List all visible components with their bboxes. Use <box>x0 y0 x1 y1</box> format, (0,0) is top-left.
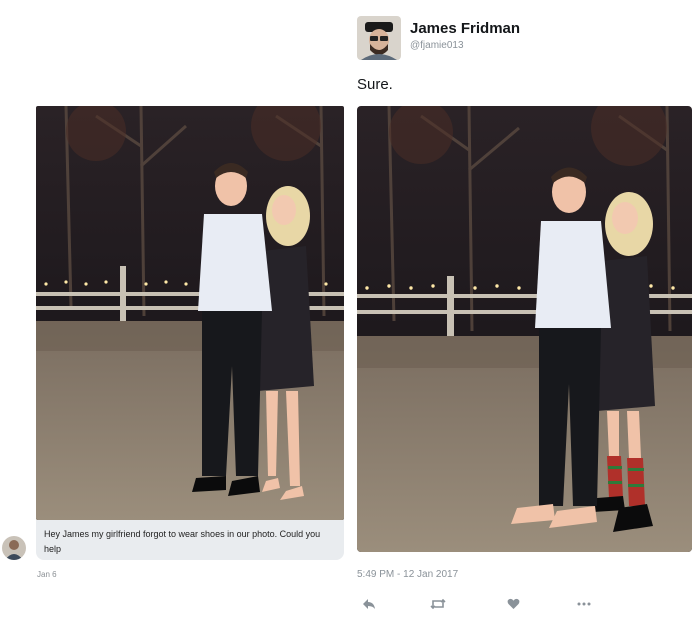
profile-avatar[interactable] <box>357 16 401 60</box>
like-heart-icon[interactable] <box>501 592 525 616</box>
request-message-date: Jan 6 <box>37 570 57 579</box>
requester-avatar[interactable] <box>2 536 26 560</box>
user-handle[interactable]: @fjamie013 <box>410 40 464 51</box>
more-options-icon[interactable] <box>572 592 596 616</box>
retweet-icon[interactable] <box>426 592 450 616</box>
tweet-action-bar <box>357 592 597 616</box>
original-photo[interactable] <box>36 106 344 520</box>
tweet-text: Sure. <box>357 76 393 93</box>
edited-photo[interactable] <box>357 106 692 552</box>
tweet-timestamp[interactable]: 5:49 PM - 12 Jan 2017 <box>357 569 458 580</box>
reply-icon[interactable] <box>357 592 381 616</box>
display-name[interactable]: James Fridman <box>410 20 520 37</box>
request-message-bubble: Hey James my girlfriend forgot to wear s… <box>36 520 344 560</box>
request-message-text: Hey James my girlfriend forgot to wear s… <box>44 529 321 554</box>
